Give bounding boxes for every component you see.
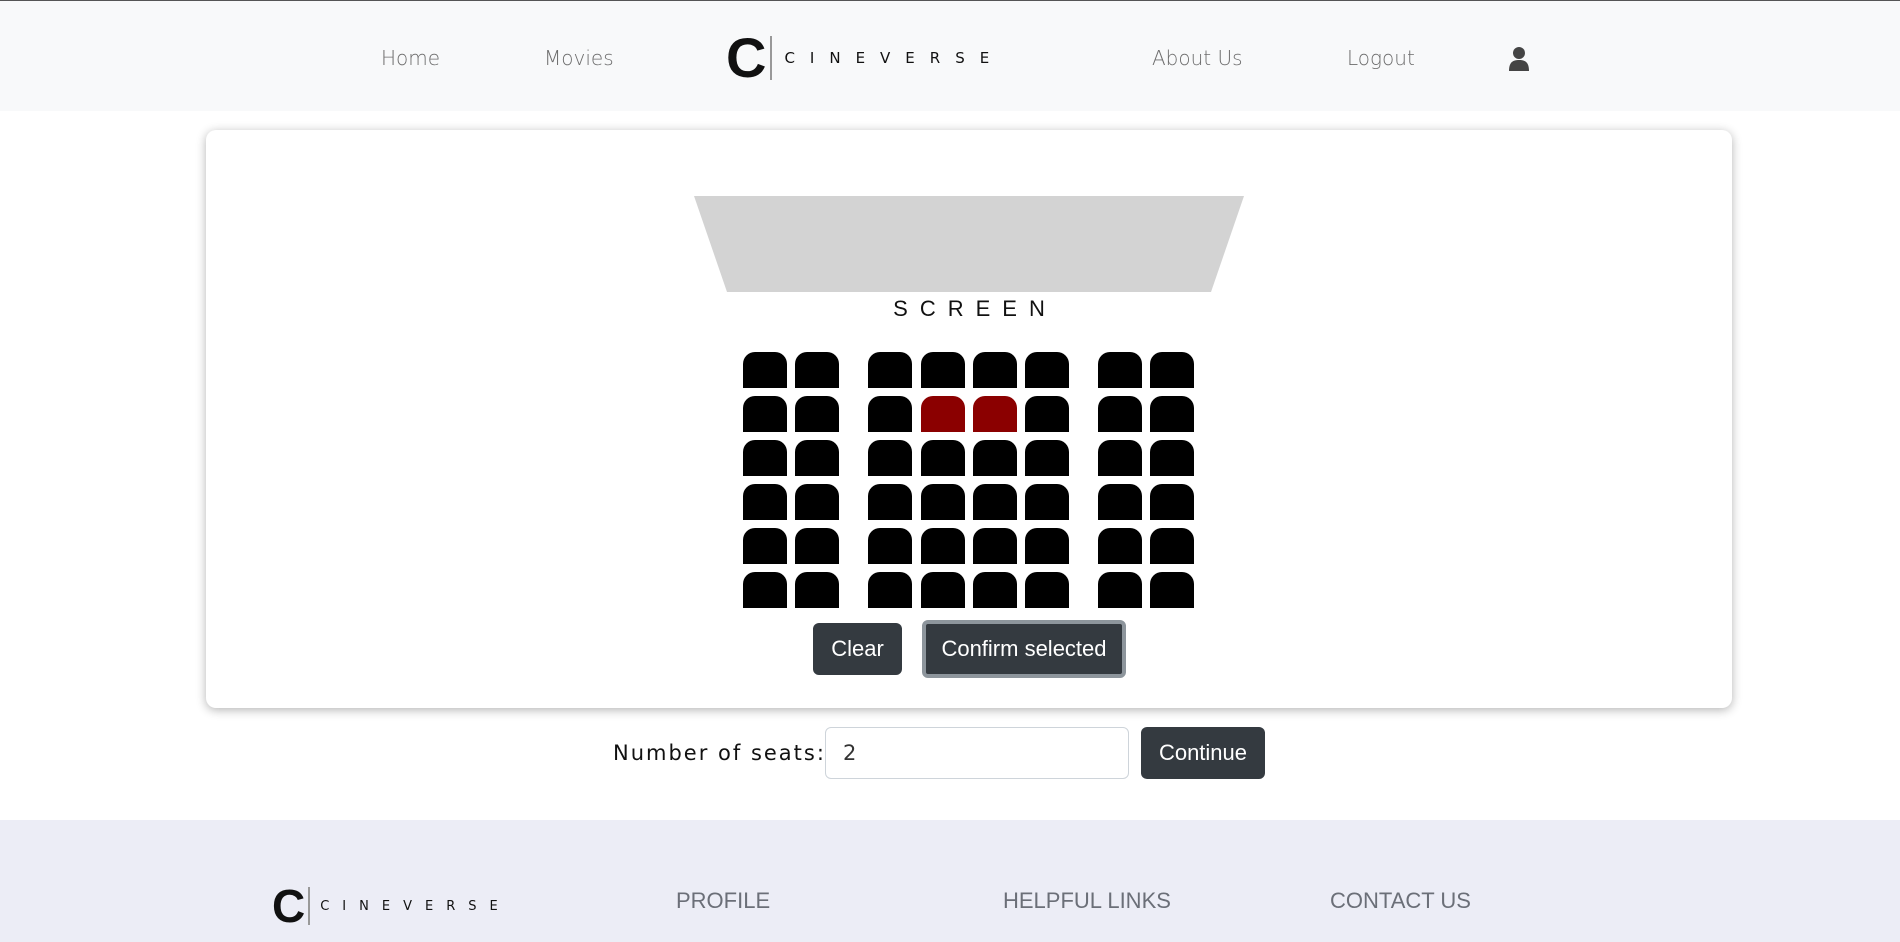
seat[interactable] (795, 396, 839, 432)
footer-logo[interactable]: C CINEVERSE (272, 880, 511, 932)
nav-home-link[interactable]: Home (381, 46, 440, 70)
seat[interactable] (868, 352, 912, 388)
seat[interactable] (1098, 440, 1142, 476)
seat[interactable] (868, 440, 912, 476)
seat[interactable] (795, 528, 839, 564)
seat[interactable] (921, 352, 965, 388)
seat[interactable] (1098, 396, 1142, 432)
seat[interactable] (795, 572, 839, 608)
nav-about-link[interactable]: About Us (1152, 46, 1243, 70)
seat[interactable] (868, 572, 912, 608)
seat[interactable] (1025, 484, 1069, 520)
seat[interactable] (743, 484, 787, 520)
seat[interactable] (921, 572, 965, 608)
logo-divider (770, 36, 773, 80)
logo-text: CINEVERSE (784, 49, 1005, 67)
continue-button[interactable]: Continue (1141, 727, 1265, 779)
seat[interactable] (1025, 352, 1069, 388)
seat[interactable] (795, 484, 839, 520)
seat[interactable] (743, 528, 787, 564)
seat[interactable] (795, 440, 839, 476)
nav-logout-link[interactable]: Logout (1347, 46, 1415, 70)
logo-letter: C (726, 26, 767, 89)
seat[interactable] (1025, 440, 1069, 476)
seat[interactable] (743, 352, 787, 388)
seat[interactable] (743, 572, 787, 608)
seat[interactable] (1150, 352, 1194, 388)
footer-logo-text: CINEVERSE (320, 898, 511, 914)
seat[interactable] (973, 572, 1017, 608)
seat[interactable] (921, 440, 965, 476)
seat[interactable] (1098, 352, 1142, 388)
seat[interactable] (868, 396, 912, 432)
cineverse-logo[interactable]: C CINEVERSE (726, 30, 1005, 86)
screen-shape (694, 196, 1244, 292)
seat[interactable] (795, 352, 839, 388)
seat[interactable] (921, 528, 965, 564)
seat[interactable] (1025, 528, 1069, 564)
user-icon[interactable] (1507, 46, 1531, 72)
seat[interactable] (973, 352, 1017, 388)
nav-movies-link[interactable]: Movies (544, 46, 614, 70)
seat[interactable] (973, 484, 1017, 520)
seat[interactable] (921, 484, 965, 520)
seat[interactable] (1025, 396, 1069, 432)
seat[interactable] (1150, 396, 1194, 432)
seat[interactable] (1150, 572, 1194, 608)
confirm-selected-button[interactable]: Confirm selected (922, 620, 1126, 678)
number-of-seats-input[interactable]: 2 (825, 727, 1129, 779)
seat[interactable] (973, 396, 1017, 432)
screen-label: SCREEN (893, 296, 1057, 321)
seat[interactable] (1098, 572, 1142, 608)
seat[interactable] (743, 396, 787, 432)
seat[interactable] (868, 484, 912, 520)
footer-contact-heading: CONTACT US (1330, 888, 1471, 913)
footer-logo-letter: C (272, 880, 306, 932)
footer-profile-heading: PROFILE (676, 888, 771, 913)
navbar: Home Movies C CINEVERSE About Us Logout (0, 0, 1900, 111)
seat[interactable] (1150, 528, 1194, 564)
seat[interactable] (1098, 484, 1142, 520)
footer-logo-divider (308, 887, 311, 925)
seat[interactable] (1098, 528, 1142, 564)
seat[interactable] (1150, 440, 1194, 476)
number-of-seats-label: Number of seats: (613, 741, 826, 765)
seat[interactable] (973, 528, 1017, 564)
seat[interactable] (973, 440, 1017, 476)
footer-helpful-links-heading: HELPFUL LINKS (1003, 888, 1171, 913)
seat[interactable] (868, 528, 912, 564)
seat[interactable] (1025, 572, 1069, 608)
seat[interactable] (921, 396, 965, 432)
seat[interactable] (743, 440, 787, 476)
clear-button[interactable]: Clear (813, 623, 902, 675)
seat[interactable] (1150, 484, 1194, 520)
